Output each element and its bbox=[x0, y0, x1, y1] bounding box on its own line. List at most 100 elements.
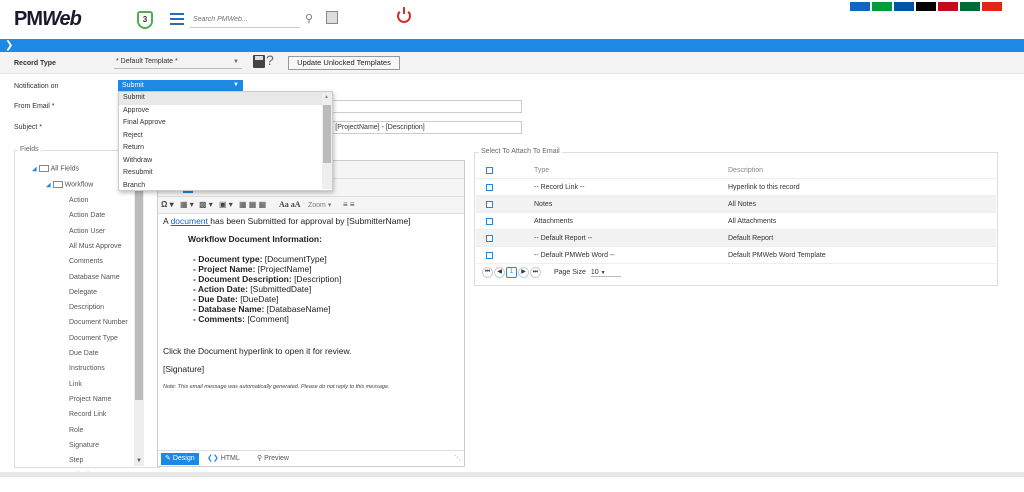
power-logout-icon[interactable] bbox=[397, 7, 411, 23]
table-row[interactable]: Notes All Notes bbox=[476, 196, 996, 213]
zoom-select[interactable]: Zoom ▾ bbox=[308, 201, 331, 209]
calendar-icon[interactable] bbox=[326, 11, 338, 24]
dropdown-option[interactable]: Branch bbox=[119, 180, 332, 193]
table-row[interactable]: -- Default Report -- Default Report bbox=[476, 230, 996, 247]
field-item[interactable]: Description bbox=[69, 304, 104, 311]
dropdown-option[interactable]: Submit bbox=[119, 92, 332, 105]
record-type-select[interactable]: * Default Template * ▼ bbox=[114, 56, 242, 69]
row-checkbox[interactable] bbox=[486, 235, 493, 242]
scroll-up-icon[interactable]: ▲ bbox=[324, 94, 329, 100]
tab-preview[interactable]: ⚲ Preview bbox=[253, 453, 293, 465]
next-page-icon[interactable]: ▶ bbox=[518, 267, 529, 278]
field-item[interactable]: Link bbox=[69, 381, 82, 388]
breadcrumb-portfolio-link[interactable]: (Portfolio) bbox=[20, 3, 50, 10]
field-item[interactable]: Document Type bbox=[69, 335, 118, 342]
help-icon[interactable]: ? bbox=[266, 52, 274, 68]
flag-icon[interactable] bbox=[850, 2, 870, 11]
current-page[interactable]: 1 bbox=[506, 267, 517, 278]
tree-workflow[interactable]: ◢ Workflow bbox=[46, 181, 93, 188]
row-checkbox[interactable] bbox=[486, 184, 493, 191]
field-item[interactable]: Role bbox=[69, 427, 83, 434]
dropdown-scrollbar[interactable]: ▲ bbox=[322, 93, 332, 189]
row-description: Hyperlink to this record bbox=[728, 184, 800, 191]
row-checkbox[interactable] bbox=[486, 252, 493, 259]
link-icon[interactable]: ▦ ▦ ▦ bbox=[239, 200, 266, 209]
document-link[interactable]: document bbox=[171, 216, 211, 226]
text-case-icon[interactable]: Aa aA bbox=[279, 200, 301, 209]
field-item[interactable]: Step bbox=[69, 457, 83, 464]
fields-scrollbar[interactable]: ▼ bbox=[134, 158, 144, 466]
pmweb-logo[interactable]: PMWeb bbox=[14, 8, 82, 31]
page-size-select[interactable]: 10 ▼ bbox=[590, 269, 621, 277]
field-item[interactable]: Delegate bbox=[69, 289, 97, 296]
hamburger-menu-icon[interactable] bbox=[170, 13, 184, 25]
flag-icon[interactable] bbox=[916, 2, 936, 11]
field-item[interactable]: Due Date bbox=[69, 350, 99, 357]
info-key: - Database Name: bbox=[193, 304, 265, 314]
breadcrumb: (Portfolio) > Workflow > Setup > Email T… bbox=[20, 2, 172, 11]
col-description-header[interactable]: Description bbox=[728, 162, 763, 179]
field-item[interactable]: Instructions bbox=[69, 365, 105, 372]
col-type-header[interactable]: Type bbox=[534, 162, 549, 179]
dropdown-option[interactable]: Return bbox=[119, 142, 332, 155]
field-item[interactable]: Project Name bbox=[69, 396, 111, 403]
editor-content[interactable]: A document has been Submitted for approv… bbox=[163, 216, 461, 392]
search-icon[interactable]: ⚲ bbox=[305, 12, 313, 25]
tab-html[interactable]: ❮❯ HTML bbox=[203, 453, 244, 465]
scroll-down-icon[interactable]: ▼ bbox=[136, 458, 142, 464]
row-checkbox[interactable] bbox=[486, 218, 493, 225]
field-item[interactable]: Document Number bbox=[69, 319, 128, 326]
field-item[interactable]: Database Name bbox=[69, 274, 120, 281]
dropdown-option[interactable]: Resubmit bbox=[119, 167, 332, 180]
chevron-down-icon: ▼ bbox=[233, 59, 239, 65]
save-icon[interactable] bbox=[253, 55, 265, 68]
notification-select[interactable]: Submit ▼ bbox=[118, 80, 243, 91]
info-value: [SubmittedDate] bbox=[247, 284, 312, 294]
flag-icon[interactable] bbox=[960, 2, 980, 11]
field-item[interactable]: All Must Approve bbox=[69, 243, 122, 250]
flag-icon[interactable] bbox=[894, 2, 914, 11]
field-item[interactable]: Action bbox=[69, 197, 88, 204]
last-page-icon[interactable]: ⏭ bbox=[530, 267, 541, 278]
scrollbar-thumb[interactable] bbox=[135, 163, 143, 400]
info-key: - Action Date: bbox=[193, 284, 248, 294]
tree-all-fields[interactable]: ◢ All Fields bbox=[32, 165, 79, 172]
field-item[interactable]: Action Date bbox=[69, 212, 105, 219]
list-icon[interactable]: ≡ ≡ bbox=[343, 200, 355, 209]
media-icon[interactable]: ▣ ▾ bbox=[219, 200, 233, 209]
dropdown-option[interactable]: Reject bbox=[119, 130, 332, 143]
dropdown-option[interactable]: Approve bbox=[119, 105, 332, 118]
prev-page-icon[interactable]: ◀ bbox=[494, 267, 505, 278]
table-row[interactable]: Attachments All Attachments bbox=[476, 213, 996, 230]
row-checkbox[interactable] bbox=[486, 201, 493, 208]
field-item[interactable]: Comments bbox=[69, 258, 103, 265]
breadcrumb-bar: ❯ bbox=[0, 39, 1024, 52]
tree-workflow-label: Workflow bbox=[64, 181, 94, 189]
table-row[interactable]: -- Default PMWeb Word -- Default PMWeb Wo… bbox=[476, 247, 996, 264]
table-header: Type Description bbox=[476, 162, 996, 179]
table-row[interactable]: -- Record Link -- Hyperlink to this recor… bbox=[476, 179, 996, 196]
table-icon[interactable]: ▦ ▾ bbox=[180, 200, 194, 209]
flag-icon[interactable] bbox=[872, 2, 892, 11]
tab-design[interactable]: ✎ Design bbox=[161, 453, 199, 465]
dropdown-scrollbar-thumb[interactable] bbox=[323, 105, 331, 163]
dropdown-option[interactable]: Final Approve bbox=[119, 117, 332, 130]
flag-icon[interactable] bbox=[938, 2, 958, 11]
update-unlocked-templates-button[interactable]: Update Unlocked Templates bbox=[288, 56, 400, 70]
special-char-icon[interactable]: Ω ▾ bbox=[161, 200, 174, 209]
first-page-icon[interactable]: ⏮ bbox=[482, 267, 493, 278]
select-all-checkbox[interactable] bbox=[486, 167, 493, 174]
field-item[interactable]: Record Link bbox=[69, 411, 106, 418]
flag-icon[interactable] bbox=[982, 2, 1002, 11]
bottom-scrollbar[interactable] bbox=[0, 472, 1024, 477]
image-icon[interactable]: ▩ ▾ bbox=[199, 200, 213, 209]
dropdown-option[interactable]: Withdraw bbox=[119, 155, 332, 168]
notification-dropdown[interactable]: Submit Approve Final Approve Reject Return Wi… bbox=[118, 91, 333, 191]
field-item[interactable]: Action User bbox=[69, 228, 105, 235]
field-item[interactable]: Signature bbox=[69, 442, 99, 449]
shield-badge-icon[interactable]: 3 bbox=[137, 11, 153, 29]
email-body-editor[interactable]: 13px ▾ ▼ ≡ A ▾ ♦ ▾ ✧ ▾ Ω ▾ ▦ ▾ ▩ ▾ ▣ ▾ ▦… bbox=[157, 160, 465, 467]
resize-handle-icon[interactable]: ⋱ bbox=[450, 453, 465, 465]
info-heading: Workflow Document Information: bbox=[188, 234, 322, 244]
search-input[interactable] bbox=[190, 11, 300, 28]
